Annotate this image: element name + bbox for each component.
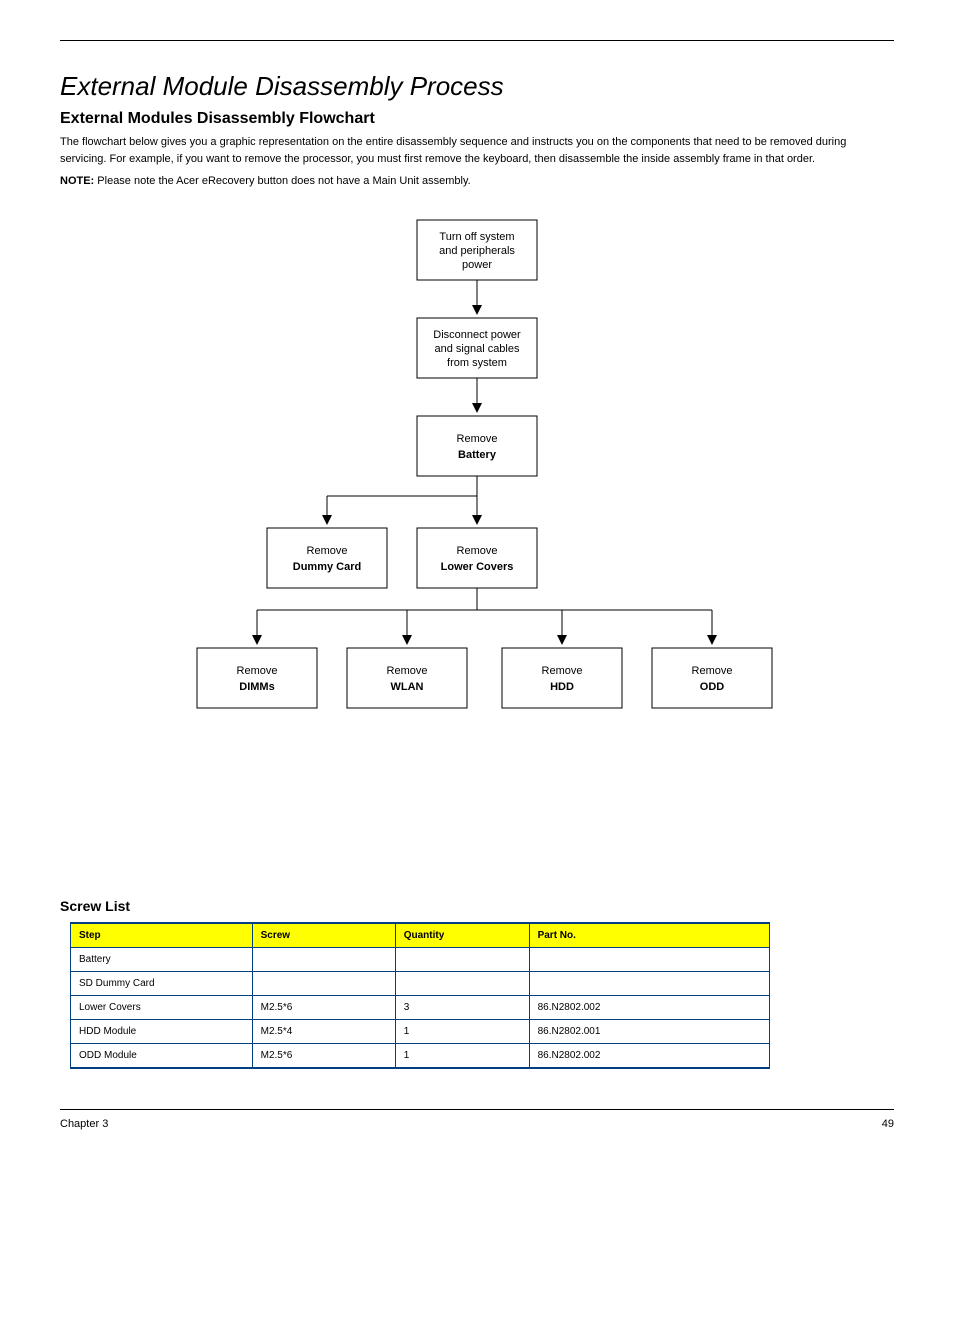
table-row: Battery — [71, 947, 770, 971]
table-cell — [395, 971, 529, 995]
screw-list-table: Step Screw Quantity Part No. BatterySD D… — [70, 922, 770, 1069]
table-cell: M2.5*6 — [252, 1043, 395, 1068]
table-header-partno: Part No. — [529, 923, 769, 948]
footer-chapter: Chapter 3 — [60, 1118, 108, 1130]
flow-box-wlan-l2: WLAN — [391, 681, 424, 693]
table-cell: 3 — [395, 995, 529, 1019]
flow-box-covers-l1: Remove — [457, 545, 498, 557]
flow-box-disconnect-l2: and signal cables — [434, 343, 520, 355]
flow-box-disconnect-l1: Disconnect power — [433, 329, 521, 341]
table-row: HDD ModuleM2.5*4186.N2802.001 — [71, 1019, 770, 1043]
section-subtitle: External Modules Disassembly Flowchart — [60, 110, 894, 128]
table-cell: M2.5*4 — [252, 1019, 395, 1043]
table-cell — [529, 947, 769, 971]
table-header-step: Step — [71, 923, 253, 948]
table-cell: 86.N2802.001 — [529, 1019, 769, 1043]
table-cell: 1 — [395, 1043, 529, 1068]
table-cell: 1 — [395, 1019, 529, 1043]
flow-box-poweroff-l2: and peripherals — [439, 245, 515, 257]
flow-box-dimms-l2: DIMMs — [239, 681, 274, 693]
flow-box-dummy-l2: Dummy Card — [293, 561, 361, 573]
table-row: SD Dummy Card — [71, 971, 770, 995]
page-title: External Module Disassembly Process — [60, 71, 894, 102]
table-cell — [529, 971, 769, 995]
flow-box-disconnect-l3: from system — [447, 357, 507, 369]
flow-box-odd-l1: Remove — [692, 665, 733, 677]
flow-box-battery-l1: Remove — [457, 433, 498, 445]
page-footer: Chapter 3 49 — [60, 1118, 894, 1140]
flow-box-poweroff-l3: power — [462, 259, 492, 271]
flow-box-hdd-l2: HDD — [550, 681, 574, 693]
note-paragraph: NOTE: Please note the Acer eRecovery but… — [60, 173, 894, 190]
flow-box-poweroff-l1: Turn off system — [439, 231, 514, 243]
table-cell: 86.N2802.002 — [529, 995, 769, 1019]
flow-box-dummy-l1: Remove — [307, 545, 348, 557]
table-row: ODD ModuleM2.5*6186.N2802.002 — [71, 1043, 770, 1068]
page-rule-bottom — [60, 1109, 894, 1110]
table-cell — [252, 947, 395, 971]
page-rule-top — [60, 40, 894, 41]
flow-box-battery-l2: Battery — [458, 449, 497, 461]
table-row: Lower CoversM2.5*6386.N2802.002 — [71, 995, 770, 1019]
table-cell: M2.5*6 — [252, 995, 395, 1019]
table-cell: SD Dummy Card — [71, 971, 253, 995]
table-header-screw: Screw — [252, 923, 395, 948]
screw-list-title: Screw List — [60, 898, 894, 914]
flowchart-diagram: .fbox { fill:#fff; stroke:#000; stroke-w… — [60, 210, 894, 870]
note-label: NOTE: — [60, 175, 94, 187]
table-cell — [395, 947, 529, 971]
table-cell: ODD Module — [71, 1043, 253, 1068]
table-cell: HDD Module — [71, 1019, 253, 1043]
intro-paragraph: The flowchart below gives you a graphic … — [60, 134, 894, 167]
table-cell: Battery — [71, 947, 253, 971]
flow-box-odd-l2: ODD — [700, 681, 725, 693]
note-text: Please note the Acer eRecovery button do… — [94, 175, 470, 187]
table-cell: 86.N2802.002 — [529, 1043, 769, 1068]
flow-box-covers-l2: Lower Covers — [441, 561, 514, 573]
table-cell: Lower Covers — [71, 995, 253, 1019]
flow-box-hdd-l1: Remove — [542, 665, 583, 677]
table-cell — [252, 971, 395, 995]
footer-page-number: 49 — [882, 1118, 894, 1130]
flow-box-wlan-l1: Remove — [387, 665, 428, 677]
flow-box-dimms-l1: Remove — [237, 665, 278, 677]
table-header-quantity: Quantity — [395, 923, 529, 948]
